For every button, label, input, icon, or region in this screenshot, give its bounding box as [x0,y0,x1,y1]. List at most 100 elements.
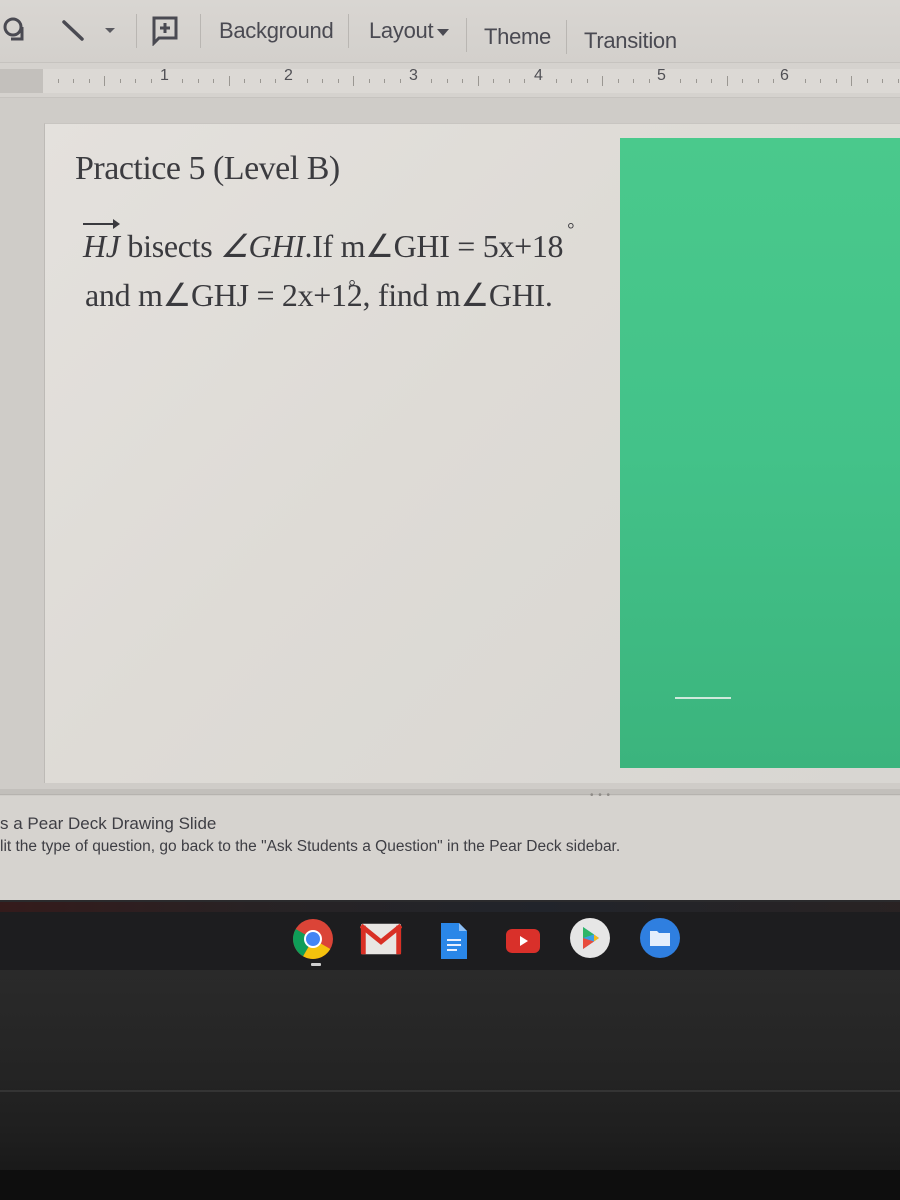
ruler-tick [368,79,370,83]
degree-symbol: ° [567,219,575,239]
line-icon[interactable] [58,14,88,46]
ruler-tick [851,76,853,86]
background-button[interactable]: Background [219,14,334,48]
ruler-tick [820,79,822,83]
question-text: , find m∠GHI. [362,277,553,313]
ruler-tick [602,76,604,86]
ruler-tick [353,76,355,86]
ruler-number: 5 [657,67,666,84]
bezel-bottom [0,1170,900,1200]
ruler-track [43,69,900,93]
active-app-indicator [311,963,321,966]
ruler-number: 4 [534,67,543,84]
play-store-icon[interactable] [569,917,611,959]
ruler-tick [104,76,106,86]
angle-name: GHI [248,228,305,264]
ruler-tick [586,79,588,83]
question-text: and m∠GHJ = 2x+12 [85,277,363,313]
ruler-tick [384,79,386,83]
ruler-tick [680,79,682,83]
toolbar-divider [348,14,349,48]
ruler-tick [57,79,59,83]
ruler-tick [462,79,464,83]
ruler-tick [275,79,277,83]
ruler-tick [617,79,619,83]
ruler-tick [182,79,184,83]
files-icon[interactable] [639,917,681,959]
question-text: bisects [119,228,221,264]
ruler-tick [571,79,573,83]
ruler-number: 6 [780,67,789,84]
toolbar-divider [466,18,467,52]
ruler-tick [695,79,697,83]
notes-line: s a Pear Deck Drawing Slide [0,814,217,833]
ruler-tick [197,79,199,83]
shape-icon[interactable] [2,14,32,46]
bezel-edge [0,1090,900,1092]
ruler-tick [633,79,635,83]
ruler-tick [897,79,899,83]
ruler-tick [73,79,75,83]
speaker-notes[interactable]: s a Pear Deck Drawing Slide lit the type… [0,796,900,900]
question-line-2[interactable]: and m∠GHJ = 2x+12 ° , find m∠GHI. [85,276,553,314]
layout-label: Layout [369,18,434,43]
ruler-tick [524,79,526,83]
ray-hj: HJ [83,219,120,264]
ruler-tick [508,79,510,83]
ruler-tick [446,79,448,83]
slide-title[interactable]: Practice 5 (Level B) [75,150,340,188]
ruler-tick [150,79,152,83]
ruler-tick [711,79,713,83]
ruler-tick [882,79,884,83]
ruler-tick [88,79,90,83]
toolbar-divider [566,20,567,54]
toolbar-divider [136,14,137,48]
ruler-tick [119,79,121,83]
ruler-tick [244,79,246,83]
ruler-tick [228,76,230,86]
toolbar: Background Layout Theme Transition [0,0,900,62]
ruler-tick [322,79,324,83]
add-comment-icon[interactable] [150,14,180,46]
ruler-tick [726,76,728,86]
caret-down-icon[interactable] [100,14,120,46]
horizontal-ruler[interactable]: 1 2 3 4 5 6 [0,62,900,98]
ruler-margin [0,69,43,93]
ruler-tick [259,79,261,83]
laptop-bezel [0,970,900,1200]
ruler-tick [399,79,401,83]
caret-down-icon [437,28,450,36]
ruler-tick [555,79,557,83]
theme-button[interactable]: Theme [484,20,551,54]
ruler-tick [135,79,137,83]
ruler-number: 3 [409,67,418,84]
ruler-number: 1 [160,67,169,84]
youtube-icon[interactable] [502,920,544,962]
question-line-1[interactable]: HJ bisects ∠GHI.If m∠GHI = 5x+18 ° [83,219,574,265]
chrome-icon[interactable] [292,918,334,960]
ruler-tick [742,79,744,83]
question-text: .If m∠GHI = 5x+18 [304,228,564,264]
shelf-strip [0,902,900,912]
ruler-tick [757,79,759,83]
ruler-tick [337,79,339,83]
ruler-tick [835,79,837,83]
pear-deck-drawing-panel[interactable] [620,138,900,768]
transition-button[interactable]: Transition [584,24,677,58]
ruler-tick [866,79,868,83]
toolbar-divider [200,14,201,48]
ruler-number: 2 [284,67,293,84]
ruler-tick [306,79,308,83]
layout-button[interactable]: Layout [369,14,450,48]
ruler-tick [431,79,433,83]
ruler-tick [477,76,479,86]
ruler-tick [804,79,806,83]
ruler-tick [648,79,650,83]
notes-line: lit the type of question, go back to the… [0,838,621,855]
panel-dash-mark [675,697,731,699]
notes-resize-bar[interactable] [0,789,900,795]
angle-symbol: ∠ [220,228,249,264]
gmail-icon[interactable] [360,918,402,960]
docs-icon[interactable] [433,920,475,962]
ruler-tick [773,79,775,83]
